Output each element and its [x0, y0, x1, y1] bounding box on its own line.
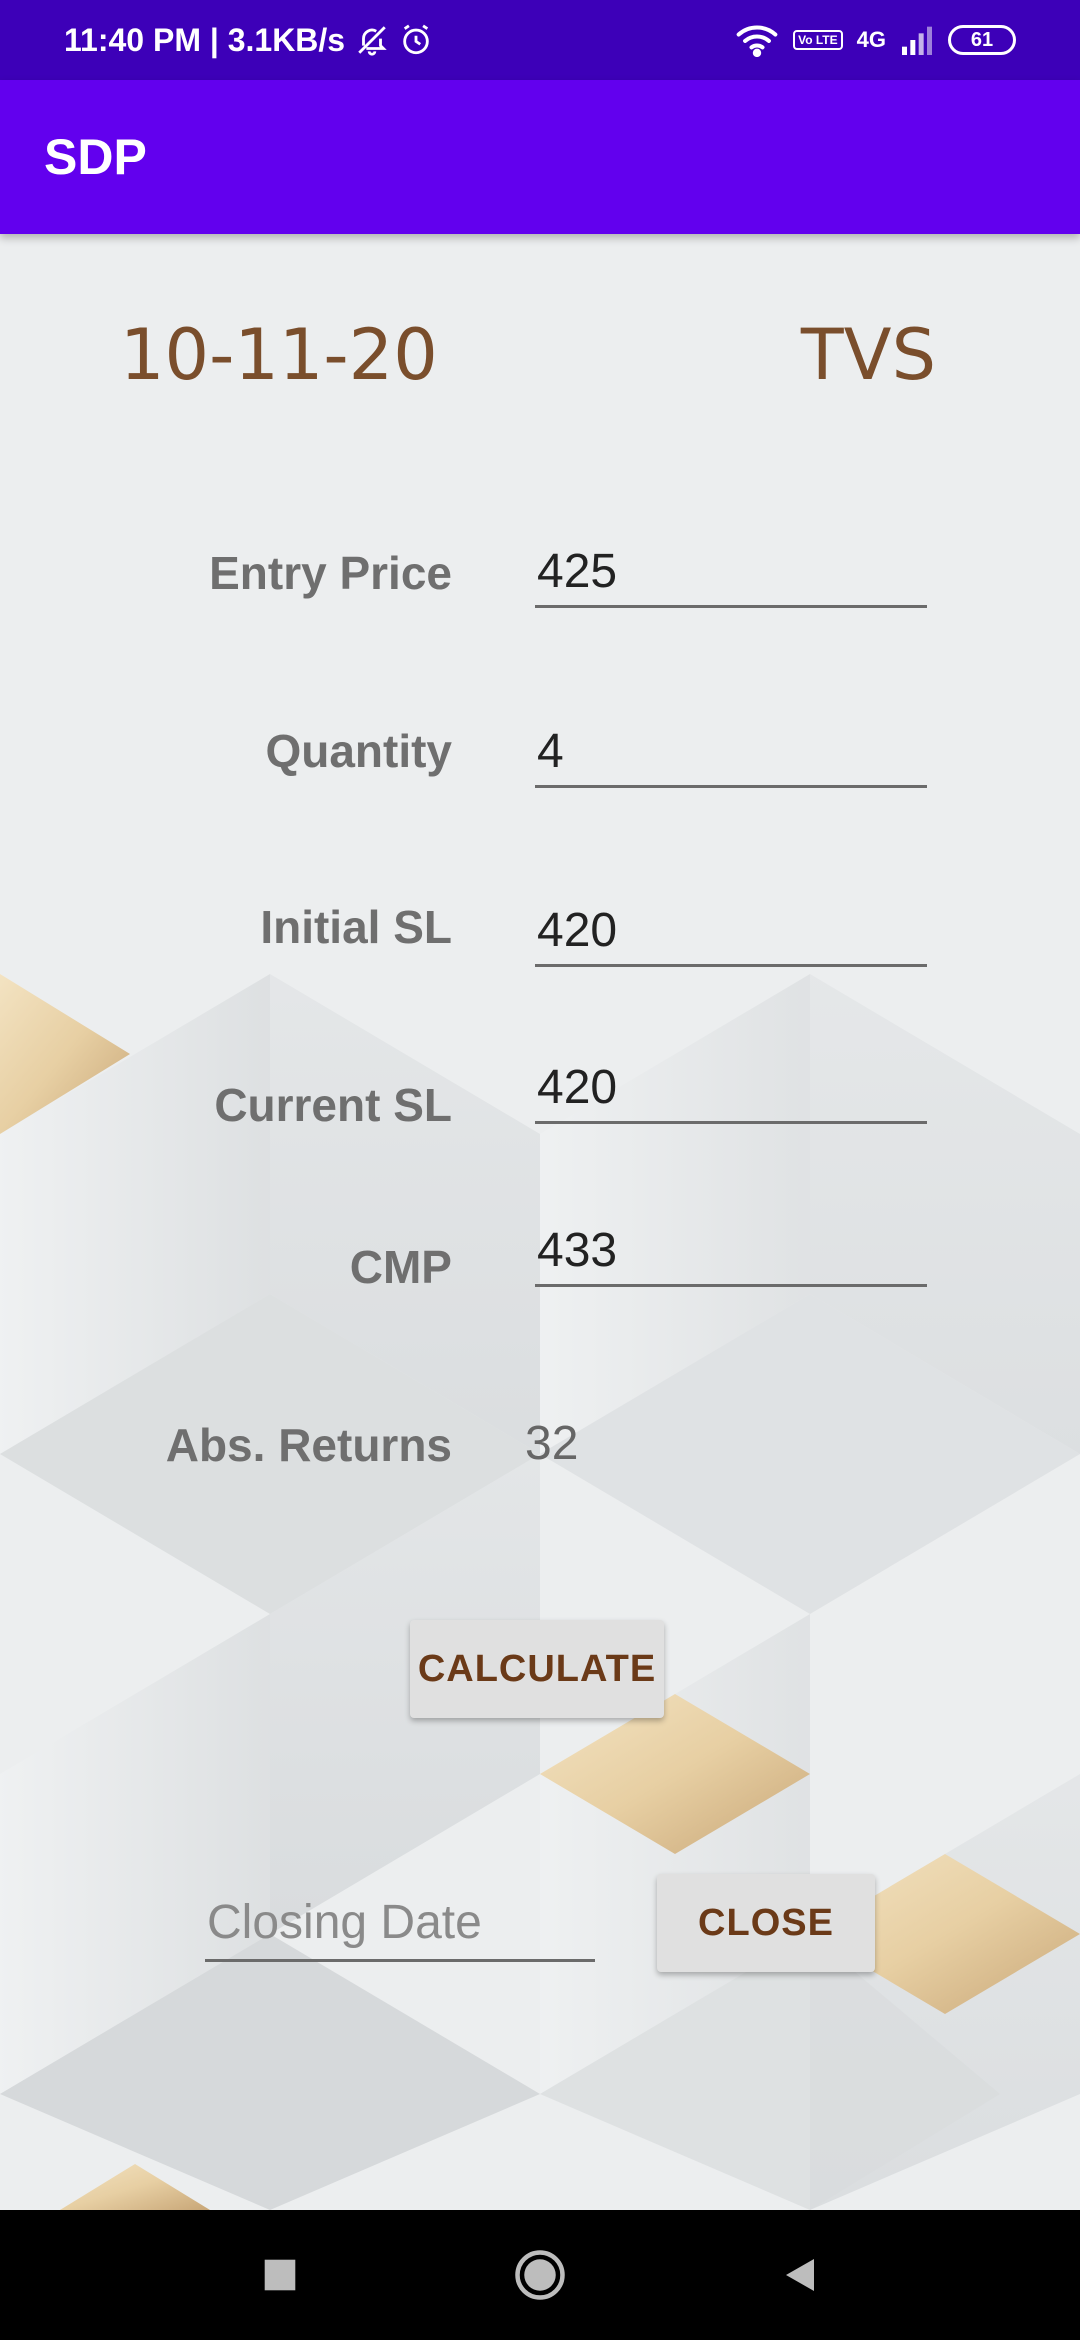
volte-badge: Vo LTE: [793, 30, 843, 50]
navigation-bar: [0, 2210, 1080, 2340]
battery-level: 61: [970, 28, 994, 51]
cmp-label: CMP: [349, 1241, 452, 1293]
battery-icon: 61: [948, 25, 1016, 55]
triangle-back-icon: [786, 2259, 814, 2291]
back-button[interactable]: [765, 2240, 835, 2310]
entry-price-input[interactable]: [535, 544, 927, 608]
recents-button[interactable]: [245, 2240, 315, 2310]
abs-returns-label: Abs. Returns: [165, 1419, 452, 1471]
alarm-icon: [399, 23, 433, 57]
trade-symbol: TVS: [800, 314, 936, 396]
circle-icon: [515, 2250, 565, 2300]
wifi-icon: [735, 23, 779, 57]
network-type: 4G: [856, 27, 886, 52]
initial-sl-input[interactable]: [535, 903, 927, 967]
status-bar: 11:40 PM | 3.1KB/s Vo LTE 4G 61: [0, 0, 1080, 80]
close-button[interactable]: CLOSE: [657, 1874, 875, 1972]
trade-date: 10-11-20: [120, 314, 438, 396]
square-icon: [264, 2259, 296, 2291]
entry-price-label: Entry Price: [209, 547, 452, 599]
trade-form: 10-11-20 TVS Entry Price Quantity Initia…: [0, 234, 1080, 2210]
status-right: Vo LTE 4G 61: [735, 23, 1016, 57]
screen: 11:40 PM | 3.1KB/s Vo LTE 4G 61 SDP 10-1…: [0, 0, 1080, 2340]
quantity-label: Quantity: [265, 725, 452, 777]
quantity-input[interactable]: [535, 724, 927, 788]
calculate-button[interactable]: CALCULATE: [410, 1620, 664, 1718]
current-sl-input[interactable]: [535, 1060, 927, 1124]
bell-muted-icon: [355, 23, 389, 57]
app-bar: SDP: [0, 80, 1080, 234]
app-title: SDP: [44, 129, 147, 185]
cmp-input[interactable]: [535, 1223, 927, 1287]
home-button[interactable]: [505, 2240, 575, 2310]
initial-sl-label: Initial SL: [260, 901, 452, 953]
closing-date-input[interactable]: [205, 1892, 595, 1962]
status-time-speed: 11:40 PM | 3.1KB/s: [64, 21, 346, 58]
signal-icon: [900, 25, 934, 55]
abs-returns-value: 32: [525, 1417, 579, 1470]
current-sl-label: Current SL: [214, 1079, 452, 1131]
status-left: 11:40 PM | 3.1KB/s: [64, 22, 433, 59]
